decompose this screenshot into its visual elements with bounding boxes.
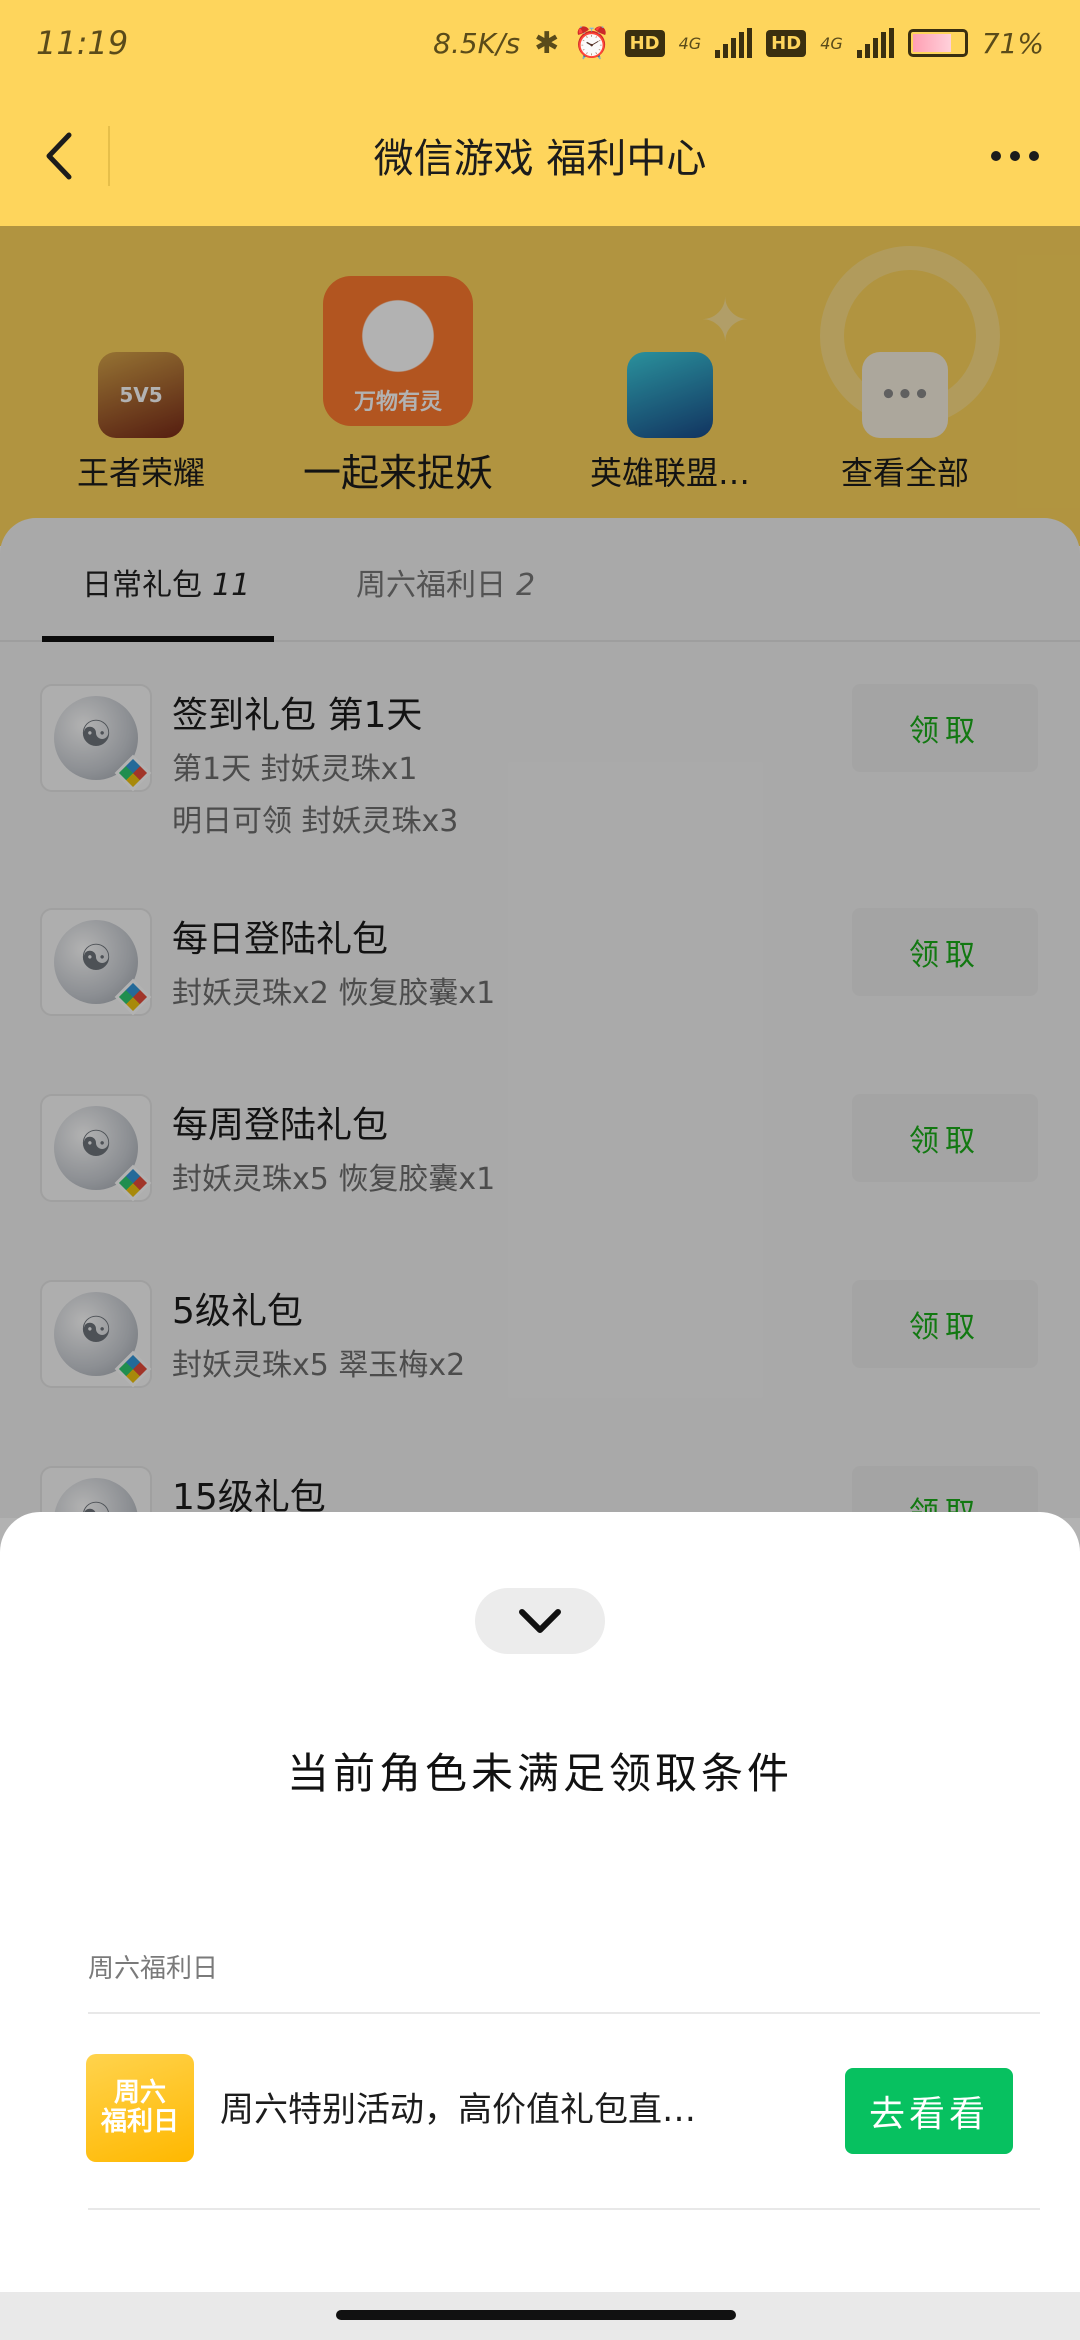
status-bar: 11:19 8.5K/s ✱ ⏰ HD 4G HD 4G 71% — [0, 0, 1080, 86]
signal-icon-1 — [715, 28, 753, 58]
alarm-icon: ⏰ — [573, 25, 611, 61]
home-indicator[interactable] — [336, 2310, 736, 2320]
nav-bar: 微信游戏 福利中心 — [0, 86, 1080, 226]
promo-description: 周六特别活动，高价值礼包直… — [220, 2090, 696, 2130]
net-type-1: 4G — [678, 33, 702, 53]
divider — [88, 2012, 1040, 2014]
battery-icon — [907, 29, 968, 57]
collapse-sheet-button[interactable] — [475, 1588, 605, 1654]
more-button[interactable] — [980, 128, 1050, 184]
signal-icon-2 — [856, 28, 894, 58]
bottom-sheet: 当前角色未满足领取条件 周六福利日 周六 福利日 周六特别活动，高价值礼包直… … — [0, 1512, 1080, 2292]
bluetooth-icon: ✱ — [534, 25, 560, 61]
divider — [88, 2208, 1040, 2210]
chevron-down-icon — [519, 1609, 561, 1633]
net-type-2: 4G — [820, 33, 843, 53]
battery-percent: 71% — [981, 26, 1044, 60]
hd-badge-2: HD — [766, 29, 807, 57]
saturday-welfare-icon: 周六 福利日 — [86, 2054, 194, 2162]
go-see-button[interactable]: 去看看 — [845, 2068, 1013, 2154]
promo-icon-line1: 周六 — [113, 2078, 166, 2109]
sheet-title: 当前角色未满足领取条件 — [286, 1749, 793, 1798]
promo-icon-line2: 福利日 — [100, 2107, 179, 2137]
modal-overlay[interactable] — [0, 226, 1080, 1566]
battery-fill — [912, 34, 952, 52]
hd-badge-1: HD — [624, 29, 665, 57]
status-icons: 8.5K/s ✱ ⏰ HD 4G HD 4G 71% — [433, 26, 1044, 61]
net-speed: 8.5K/s — [433, 26, 521, 60]
status-time: 11:19 — [36, 24, 129, 62]
page-title: 微信游戏 福利中心 — [373, 136, 707, 182]
section-label: 周六福利日 — [88, 1954, 219, 1984]
